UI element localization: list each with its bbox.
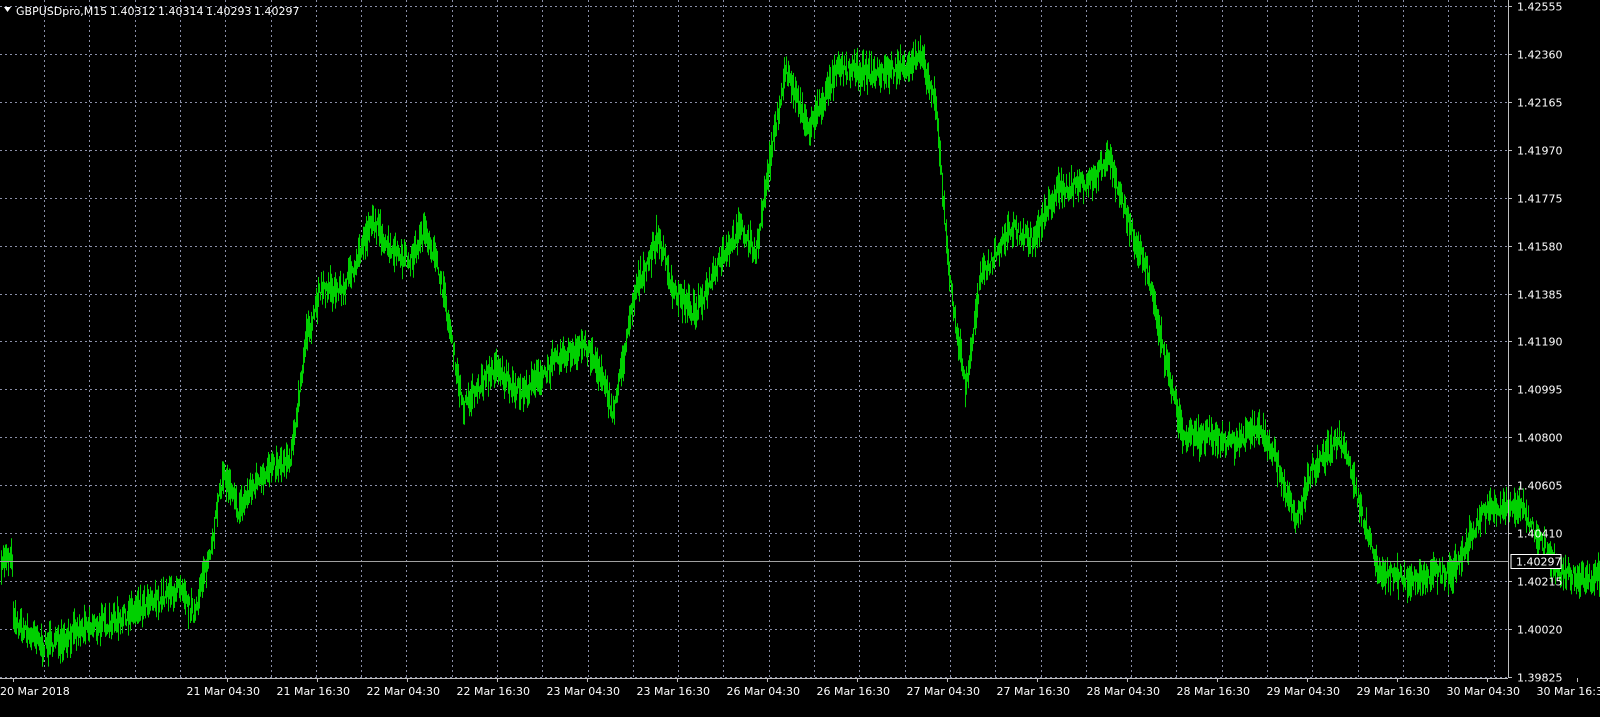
x-tick-label: 23 Mar 16:30 xyxy=(637,685,710,698)
y-tick-label: 1.42555 xyxy=(1517,1,1563,14)
y-tick-label: 1.41970 xyxy=(1517,145,1563,158)
ohlc-high: 1.40314 xyxy=(158,5,204,18)
x-tick-label: 28 Mar 16:30 xyxy=(1177,685,1250,698)
x-tick-label: 22 Mar 16:30 xyxy=(457,685,530,698)
price-bars-layer xyxy=(2,35,1600,667)
x-tick-label: 27 Mar 04:30 xyxy=(907,685,980,698)
symbol-label: GBPUSDpro,M15 xyxy=(16,5,107,18)
ohlc-open: 1.40312 xyxy=(110,5,156,18)
y-tick-label: 1.40215 xyxy=(1517,576,1563,589)
chart-header[interactable]: GBPUSDpro,M15 1.40312 1.40314 1.40293 1.… xyxy=(4,5,300,18)
x-tick-label: 23 Mar 04:30 xyxy=(547,685,620,698)
price-chart[interactable]: 1.42555 1.42360 1.42165 1.41970 1.41775 1.415… xyxy=(0,0,1600,713)
x-tick-label: 29 Mar 04:30 xyxy=(1267,685,1340,698)
y-tick-label: 1.40995 xyxy=(1517,384,1563,397)
x-tick-label: 26 Mar 16:30 xyxy=(817,685,890,698)
x-tick-label: 27 Mar 16:30 xyxy=(997,685,1070,698)
y-tick-label: 1.41190 xyxy=(1517,336,1563,349)
collapse-triangle-icon[interactable] xyxy=(4,7,11,12)
y-tick-label: 1.41385 xyxy=(1517,289,1563,302)
x-tick-label: 21 Mar 16:30 xyxy=(277,685,350,698)
x-tick-label: 20 Mar 2018 xyxy=(0,685,70,698)
x-tick-label: 30 Mar 16:30 xyxy=(1537,685,1600,698)
chart-svg[interactable]: 1.42555 1.42360 1.42165 1.41970 1.41775 1.415… xyxy=(0,0,1600,713)
y-tick-label: 1.40605 xyxy=(1517,480,1563,493)
current-price-label: 1.40297 xyxy=(1516,556,1562,569)
ohlc-close: 1.40297 xyxy=(254,5,300,18)
y-tick-label: 1.40020 xyxy=(1517,624,1563,637)
y-tick-label: 1.41580 xyxy=(1517,241,1563,254)
ohlc-low: 1.40293 xyxy=(206,5,252,18)
x-tick-label: 26 Mar 04:30 xyxy=(727,685,800,698)
y-tick-label: 1.42360 xyxy=(1517,49,1563,62)
x-tick-label: 22 Mar 04:30 xyxy=(367,685,440,698)
x-tick-label: 28 Mar 04:30 xyxy=(1087,685,1160,698)
y-tick-label: 1.40410 xyxy=(1517,528,1563,541)
x-tick-label: 30 Mar 04:30 xyxy=(1447,685,1520,698)
y-tick-label: 1.40800 xyxy=(1517,432,1563,445)
x-tick-label: 21 Mar 04:30 xyxy=(187,685,260,698)
y-tick-label: 1.41775 xyxy=(1517,193,1563,206)
x-tick-label: 29 Mar 16:30 xyxy=(1357,685,1430,698)
y-tick-label: 1.42165 xyxy=(1517,97,1563,110)
price-bars xyxy=(2,35,1600,667)
y-tick-label: 1.39825 xyxy=(1517,672,1563,685)
grid-layer xyxy=(0,0,1508,678)
